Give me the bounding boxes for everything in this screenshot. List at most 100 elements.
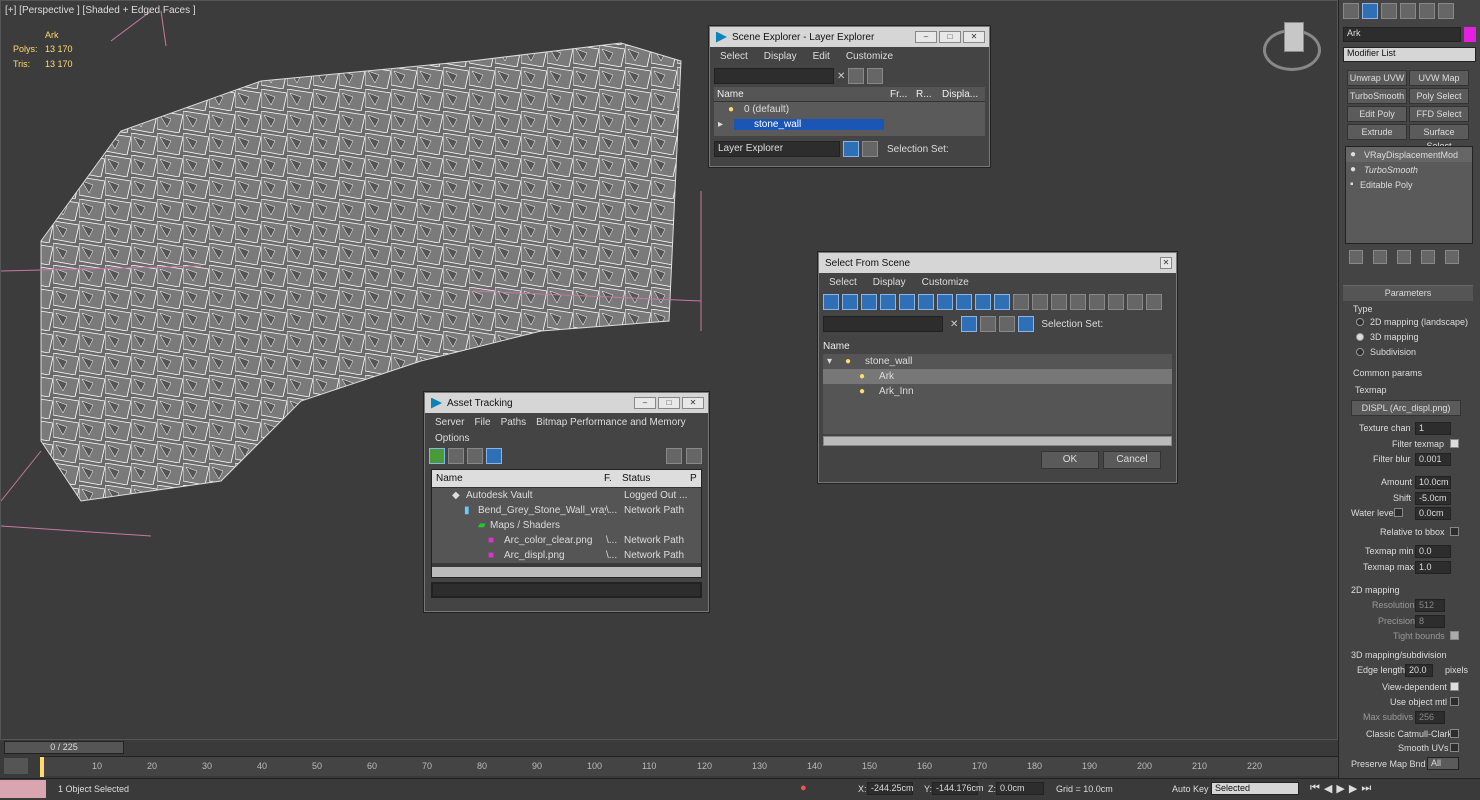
menu-customize[interactable]: Customize — [922, 277, 969, 288]
table-row[interactable]: ▮ Bend_Grey_Stone_Wall_vray.... \... Networ… — [432, 503, 701, 518]
viewport-label[interactable]: [+] [Perspective ] [Shaded + Edged Faces… — [5, 5, 196, 16]
filter-containers-icon[interactable] — [994, 294, 1010, 310]
go-to-end-icon[interactable]: ⏭ — [1361, 782, 1371, 795]
scene-search-input[interactable] — [714, 68, 834, 84]
list-item[interactable]: ● Ark — [823, 369, 1172, 384]
menu-customize[interactable]: Customize — [846, 51, 893, 62]
play-icon[interactable]: ▶ — [1336, 782, 1344, 795]
table-row[interactable]: ▰ Maps / Shaders — [432, 518, 701, 533]
object-name-field[interactable]: Ark — [1343, 27, 1461, 42]
view-dependent-checkbox[interactable] — [1450, 682, 1459, 691]
smooth-uvs-checkbox[interactable] — [1450, 743, 1459, 752]
hierarchy-tab-icon[interactable] — [1381, 3, 1397, 19]
cancel-button[interactable]: Cancel — [1103, 451, 1161, 469]
texmap-max-spinner[interactable]: 1.0 — [1415, 561, 1451, 574]
light-bulb-icon[interactable]: ● — [1346, 149, 1364, 160]
filter-cameras-icon[interactable] — [880, 294, 896, 310]
col-render[interactable]: R... — [916, 89, 942, 100]
maximize-button[interactable]: □ — [658, 397, 680, 409]
sfs-name-header[interactable]: Name — [823, 339, 1172, 354]
scene-explorer-titlebar[interactable]: Scene Explorer - Layer Explorer – □ ✕ — [710, 27, 989, 47]
menu-display[interactable]: Display — [873, 277, 906, 288]
thumbnail-view-icon[interactable] — [467, 448, 483, 464]
shift-spinner[interactable]: -5.0cm — [1415, 492, 1451, 505]
hierarchy-icon[interactable] — [862, 141, 878, 157]
maxscript-listener[interactable] — [0, 780, 46, 798]
z-coord-field[interactable]: 0.0cm — [996, 782, 1044, 795]
menu-paths[interactable]: Paths — [501, 417, 527, 428]
sort-icon[interactable] — [1127, 294, 1143, 310]
col-full-path[interactable]: F. — [604, 473, 622, 484]
remove-modifier-icon[interactable] — [1421, 250, 1435, 264]
select-invert-icon[interactable] — [1089, 294, 1105, 310]
minimize-button[interactable]: – — [634, 397, 656, 409]
filter-bones-icon[interactable] — [975, 294, 991, 310]
x-coord-field[interactable]: -244.25cm — [867, 782, 914, 795]
edge-length-spinner[interactable]: 20.0 — [1405, 664, 1433, 677]
next-frame-icon[interactable]: ▶ — [1349, 782, 1357, 795]
layer-mode-icon[interactable] — [999, 316, 1016, 332]
filter-xrefs-icon[interactable] — [956, 294, 972, 310]
filter-lights-icon[interactable] — [861, 294, 877, 310]
object-color-swatch[interactable] — [1464, 27, 1476, 42]
filter-shapes-icon[interactable] — [842, 294, 858, 310]
filter-hidden-icon[interactable] — [1032, 294, 1048, 310]
list-item[interactable]: ● Ark_Inn — [823, 384, 1172, 399]
table-row[interactable]: ◆ Autodesk Vault Logged Out ... — [432, 488, 701, 503]
minimize-button[interactable]: – — [915, 31, 937, 43]
turbosmooth-button[interactable]: TurboSmooth — [1347, 88, 1407, 104]
make-unique-icon[interactable] — [1397, 250, 1411, 264]
table-row[interactable]: ■ Arc_color_clear.png \... Network Path — [432, 533, 701, 548]
filter-icon[interactable] — [848, 68, 865, 84]
parameters-rollout[interactable]: Parameters — [1343, 285, 1473, 301]
col-name[interactable]: Name — [714, 89, 890, 100]
asset-tracking-titlebar[interactable]: Asset Tracking – □ ✕ — [425, 393, 708, 413]
light-bulb-icon[interactable]: ● — [1346, 164, 1364, 175]
layer-mode-icon[interactable] — [843, 141, 859, 157]
uvw-map-button[interactable]: UVW Map — [1409, 70, 1469, 86]
explorer-type-dropdown[interactable]: Layer Explorer — [714, 141, 840, 157]
horizontal-scrollbar[interactable] — [823, 436, 1172, 446]
light-bulb-icon[interactable]: ● — [714, 104, 734, 115]
layers-icon[interactable] — [867, 68, 884, 84]
col-freeze[interactable]: Fr... — [890, 89, 916, 100]
edit-poly-button[interactable]: Edit Poly — [1347, 106, 1407, 122]
menu-select[interactable]: Select — [829, 277, 857, 288]
list-view-icon[interactable] — [448, 448, 464, 464]
clear-search-icon[interactable]: ✕ — [837, 71, 845, 82]
expand-icon[interactable]: ▪ — [1346, 179, 1360, 190]
modifier-list-dropdown[interactable]: Modifier List — [1343, 47, 1476, 62]
water-level-spinner[interactable]: 0.0cm — [1415, 507, 1451, 520]
clear-search-icon[interactable]: ✕ — [950, 319, 958, 330]
texture-chan-spinner[interactable]: 1 — [1415, 422, 1451, 435]
use-object-mtl-checkbox[interactable] — [1450, 697, 1459, 706]
surface-select-button[interactable]: Surface Select — [1409, 124, 1469, 151]
preserve-map-dropdown[interactable]: All — [1427, 757, 1459, 770]
prev-frame-icon[interactable]: ◀ — [1324, 782, 1332, 795]
show-end-result-icon[interactable] — [1373, 250, 1387, 264]
expand-arrow-icon[interactable]: ▾ — [823, 356, 845, 367]
max-subdivs-spinner[interactable]: 256 — [1415, 711, 1445, 724]
display-tab-icon[interactable] — [1419, 3, 1435, 19]
menu-display[interactable]: Display — [764, 51, 797, 62]
menu-file[interactable]: File — [474, 417, 490, 428]
options-icon[interactable] — [1108, 294, 1124, 310]
time-slider[interactable]: 0 / 225 — [4, 741, 124, 754]
time-cursor[interactable] — [40, 757, 44, 777]
close-button[interactable]: ✕ — [963, 31, 985, 43]
y-coord-field[interactable]: -144.176cm — [932, 782, 984, 795]
filter-blur-spinner[interactable]: 0.001 — [1415, 453, 1451, 466]
find-icon[interactable] — [961, 316, 978, 332]
tight-bounds-checkbox[interactable] — [1450, 631, 1459, 640]
create-tab-icon[interactable] — [1343, 3, 1359, 19]
select-none-icon[interactable] — [1070, 294, 1086, 310]
layers-icon[interactable] — [980, 316, 997, 332]
filter-texmap-checkbox[interactable] — [1450, 439, 1459, 448]
radio-2d-mapping[interactable] — [1356, 318, 1364, 326]
list-item[interactable]: ▾ ● stone_wall — [823, 354, 1172, 369]
key-filter-dropdown[interactable]: Selected — [1211, 782, 1299, 795]
stack-item[interactable]: ● TurboSmooth — [1346, 162, 1472, 177]
col-proxy[interactable]: P — [690, 473, 697, 484]
mini-curve-icon[interactable] — [4, 758, 28, 774]
refresh-icon[interactable] — [429, 448, 445, 464]
